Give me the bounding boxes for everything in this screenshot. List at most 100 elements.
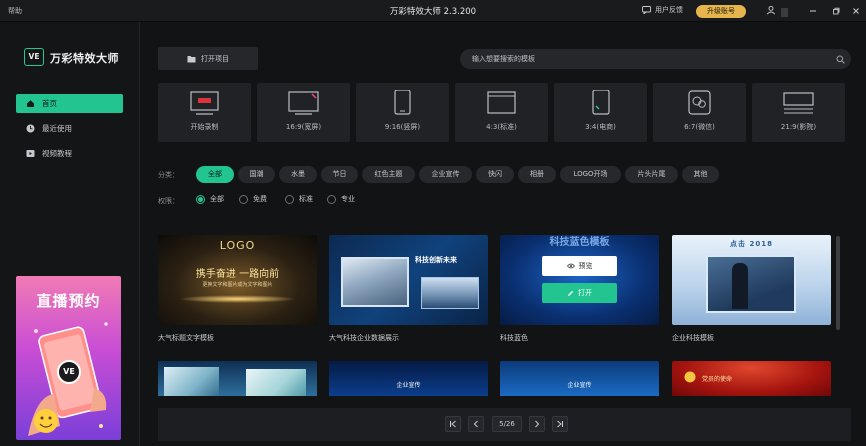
record-screen-icon xyxy=(190,91,219,115)
user-icon[interactable] xyxy=(766,5,776,15)
ratio-label: 3:4(电商) xyxy=(585,123,616,131)
thumb-headline-text: 点击 2018 xyxy=(730,240,773,248)
category-chip[interactable]: 全部 xyxy=(196,166,234,183)
app-logo-mark: VE xyxy=(24,48,44,66)
permission-radio-all[interactable]: 全部 xyxy=(196,194,224,204)
sidebar-item-label: 最近使用 xyxy=(42,124,72,133)
category-chip[interactable]: 红色主题 xyxy=(362,166,415,183)
radio-label: 全部 xyxy=(210,195,224,203)
radio-dot xyxy=(327,194,336,204)
restore-icon xyxy=(833,7,840,14)
category-chip[interactable]: 国潮 xyxy=(238,166,275,183)
template-thumbnail[interactable]: 党员的使命 xyxy=(672,361,831,396)
radio-dot xyxy=(196,194,205,204)
thumb-headline-text: 企业宣传 xyxy=(396,382,421,389)
ratio-9-16-card[interactable]: 9:16(竖屏) xyxy=(356,83,449,142)
standard-screen-icon xyxy=(487,91,516,114)
ratio-3-4-card[interactable]: 3:4(电商) xyxy=(554,83,647,142)
radio-dot xyxy=(239,194,248,204)
search-icon[interactable] xyxy=(836,55,845,64)
thumb-headline-text: 企业宣传 xyxy=(567,382,592,389)
category-chip[interactable]: 快闪 xyxy=(476,166,514,183)
category-chip[interactable]: LOGO开场 xyxy=(560,166,621,183)
ratio-16-9-card[interactable]: 16:9(宽屏) xyxy=(257,83,350,142)
ratio-label: 16:9(宽屏) xyxy=(285,123,322,131)
video-icon xyxy=(26,149,35,158)
ratio-21-9-card[interactable]: 21:9(影院) xyxy=(752,83,845,142)
open-label: 打开 xyxy=(578,289,592,297)
ratio-label: 9:16(竖屏) xyxy=(384,123,421,131)
radio-label: 免费 xyxy=(253,195,267,203)
template-thumbnail[interactable]: 科技蓝色模板 预览 打开 xyxy=(500,235,659,325)
permission-radio-pro[interactable]: 专业 xyxy=(327,194,355,204)
template-thumbnail[interactable]: LOGO 携手奋进 一路向前 更换文字和图片成为文字和图片 xyxy=(158,235,317,325)
scrollbar-thumb[interactable] xyxy=(836,236,840,330)
sidebar-item-recent[interactable]: 最近使用 xyxy=(16,119,123,138)
upgrade-button[interactable]: 升级账号 xyxy=(696,5,746,18)
first-page-button[interactable] xyxy=(445,416,461,432)
thumb-building-photo xyxy=(341,257,409,307)
ratio-label: 21:9(影院) xyxy=(780,123,817,131)
permission-filter-label: 权限： xyxy=(158,197,179,205)
minimize-button[interactable] xyxy=(806,4,820,17)
template-thumbnail[interactable]: 科技创新未来 xyxy=(329,235,488,325)
live-promo-banner[interactable]: 直播预约 VE xyxy=(16,276,121,440)
category-chip[interactable]: 其他 xyxy=(682,166,719,183)
ratio-label: 6:7(微信) xyxy=(684,123,715,131)
template-search-input[interactable]: 输入想要搜索的模板 xyxy=(460,49,851,69)
thumb-sea-photo xyxy=(246,369,306,396)
open-project-button[interactable]: 打开项目 xyxy=(158,47,258,70)
template-title: 大气科技企业数据展示 xyxy=(329,334,399,342)
wechat-icon xyxy=(688,90,711,115)
phone-illustration xyxy=(28,322,108,436)
ratio-4-3-card[interactable]: 4:3(标准) xyxy=(455,83,548,142)
sidebar-item-home[interactable]: 首页 xyxy=(16,94,123,113)
thumb-sea-photo xyxy=(164,367,219,396)
category-filter-label: 分类： xyxy=(158,171,179,179)
close-icon xyxy=(853,7,859,14)
eye-icon xyxy=(566,263,575,269)
template-title: 大气标题文字模板 xyxy=(158,334,214,342)
category-chip[interactable]: 企业宣传 xyxy=(419,166,472,183)
template-thumbnail[interactable]: 企业宣传 xyxy=(329,361,488,396)
folder-icon xyxy=(187,55,196,62)
thumb-headline-text: 科技创新未来 xyxy=(415,256,457,264)
close-button[interactable] xyxy=(849,4,863,17)
home-icon xyxy=(26,99,35,108)
widescreen-icon xyxy=(288,91,319,115)
radio-label: 专业 xyxy=(341,195,355,203)
app-logo-text: 万彩特效大师 xyxy=(50,52,119,65)
feedback-button[interactable]: 用户反馈 xyxy=(642,5,683,15)
permission-radio-standard[interactable]: 标准 xyxy=(285,194,313,204)
maximize-button[interactable] xyxy=(829,4,843,17)
template-thumbnail[interactable]: 点击 2018 xyxy=(672,235,831,325)
prev-page-button[interactable] xyxy=(468,416,484,432)
preview-button[interactable]: 预览 xyxy=(542,256,617,276)
template-thumbnail[interactable]: 企业宣传 xyxy=(500,361,659,396)
ratio-label: 开始录制 xyxy=(190,123,219,131)
ecommerce-screen-icon xyxy=(592,90,610,115)
ratio-label: 4:3(标准) xyxy=(486,123,517,131)
party-emblem-icon xyxy=(684,371,696,383)
category-chip[interactable]: 相册 xyxy=(518,166,556,183)
sidebar-item-tutorials[interactable]: 视频教程 xyxy=(16,144,123,163)
category-chip[interactable]: 水墨 xyxy=(279,166,317,183)
ratio-6-7-card[interactable]: 6:7(微信) xyxy=(653,83,746,142)
template-thumbnail[interactable] xyxy=(158,361,317,396)
last-page-button[interactable] xyxy=(552,416,568,432)
start-recording-card[interactable]: 开始录制 xyxy=(158,83,251,142)
thumb-logo-text: LOGO xyxy=(219,239,256,252)
category-chip[interactable]: 节日 xyxy=(321,166,358,183)
chevron-right-icon xyxy=(535,420,540,428)
cinema-screen-icon xyxy=(783,92,814,114)
thumb-city-photo xyxy=(421,277,479,309)
next-page-button[interactable] xyxy=(529,416,545,432)
template-title: 企业科技模板 xyxy=(672,334,714,342)
radio-label: 标准 xyxy=(299,195,313,203)
permission-radio-free[interactable]: 免费 xyxy=(239,194,267,204)
thumb-headline-text: 携手奋进 一路向前 xyxy=(195,269,280,280)
open-template-button[interactable]: 打开 xyxy=(542,283,617,303)
page-indicator[interactable]: 5/26 xyxy=(492,416,522,432)
category-chip[interactable]: 片头片尾 xyxy=(625,166,678,183)
promo-ve-badge: VE xyxy=(57,360,81,384)
